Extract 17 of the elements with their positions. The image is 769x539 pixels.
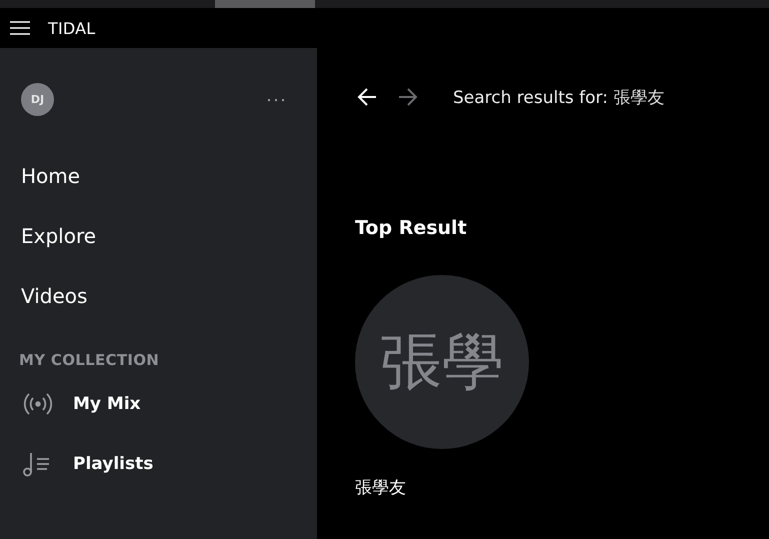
artist-name[interactable]: 張學友	[355, 476, 769, 499]
section-heading: MY COLLECTION	[18, 351, 160, 369]
broadcast-icon	[21, 391, 55, 417]
scrollbar-thumb[interactable]	[215, 0, 315, 8]
nav-item[interactable]: Explore	[0, 219, 317, 279]
collection-item[interactable]: My Mix	[0, 385, 317, 423]
collection-item[interactable]: Playlists	[0, 445, 317, 483]
nav-item[interactable]: Videos	[0, 279, 317, 339]
section-title: Top Result	[355, 217, 468, 239]
menu-icon[interactable]	[10, 21, 30, 35]
left-arrow-icon	[356, 86, 378, 108]
right-arrow-icon	[397, 86, 419, 108]
artist-artwork[interactable]: 張學	[355, 275, 529, 449]
search-results-title: Search results for: 張學友	[453, 86, 664, 108]
more-button[interactable]: ···	[266, 89, 287, 110]
nav-item[interactable]: Home	[0, 159, 317, 219]
app-title: TIDAL	[48, 18, 96, 38]
